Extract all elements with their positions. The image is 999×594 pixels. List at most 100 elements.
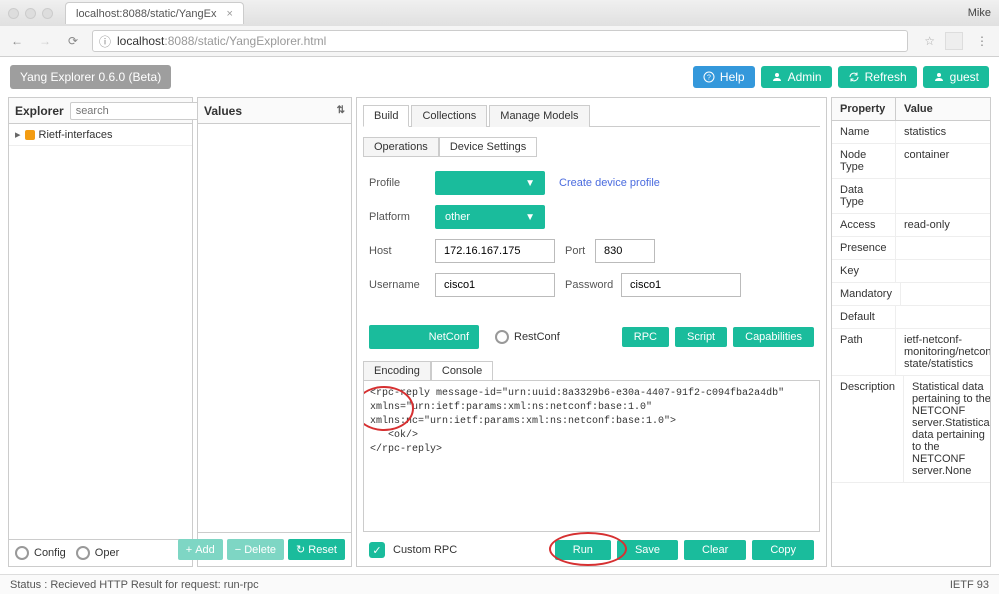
tab-title: localhost:8088/static/YangEx: [76, 8, 216, 20]
property-row: Default: [832, 306, 990, 329]
password-label: Password: [565, 279, 621, 291]
explorer-head: Explorer: [9, 98, 192, 124]
url-path: /static/YangExplorer.html: [194, 34, 326, 48]
svg-text:?: ?: [707, 75, 711, 82]
back-icon[interactable]: ←: [8, 32, 26, 50]
explorer-panel: Explorer ▸ Rietf-interfaces Config Oper: [8, 97, 193, 567]
add-button[interactable]: + Add: [178, 539, 223, 560]
properties-body: NamestatisticsNode TypecontainerData Typ…: [832, 121, 990, 566]
property-row: Data Type: [832, 179, 990, 214]
help-button[interactable]: ?Help: [693, 66, 755, 88]
col-property: Property: [832, 98, 896, 121]
tab-encoding[interactable]: Encoding: [363, 361, 431, 381]
subtab-operations[interactable]: Operations: [363, 137, 439, 157]
port-input[interactable]: [595, 239, 655, 263]
extension-icon[interactable]: [945, 32, 963, 50]
username-input[interactable]: [435, 273, 555, 297]
reload-icon[interactable]: ⟳: [64, 32, 82, 50]
rpc-button[interactable]: RPC: [622, 327, 669, 347]
tab-console[interactable]: Console: [431, 361, 493, 381]
browser-tab[interactable]: localhost:8088/static/YangEx ×: [65, 2, 244, 24]
refresh-button[interactable]: Refresh: [838, 66, 917, 88]
bottom-row: ✓ Custom RPC Run Save Clear Copy: [363, 540, 820, 560]
script-button[interactable]: Script: [675, 327, 727, 347]
config-radio[interactable]: Config: [15, 546, 66, 560]
device-form: Profile ▼ Create device profile Platform…: [363, 171, 820, 307]
app-header: Yang Explorer 0.6.0 (Beta) ?Help Admin R…: [0, 57, 999, 97]
url-input[interactable]: ⓘ localhost:8088/static/YangExplorer.htm…: [92, 30, 908, 52]
values-head: Values ⇅: [198, 98, 351, 124]
prop-name: Description: [832, 376, 904, 482]
url-port: :8088: [164, 34, 194, 48]
chevron-down-icon: ▼: [525, 212, 535, 223]
delete-button[interactable]: − Delete: [227, 539, 284, 560]
restconf-radio[interactable]: RestConf: [495, 330, 560, 344]
profile-select[interactable]: ▼: [435, 171, 545, 195]
col-value: Value: [896, 98, 990, 121]
platform-select[interactable]: other▼: [435, 205, 545, 229]
username-label: Username: [369, 279, 435, 291]
app-title: Yang Explorer 0.6.0 (Beta): [10, 65, 171, 89]
explorer-footer: Config Oper: [9, 539, 192, 566]
clear-button[interactable]: Clear: [684, 540, 746, 560]
property-row: Namestatistics: [832, 121, 990, 144]
main-tabs: Build Collections Manage Models: [363, 104, 820, 127]
prop-name: Name: [832, 121, 896, 143]
chevron-down-icon: ▼: [525, 178, 535, 189]
capabilities-button[interactable]: Capabilities: [733, 327, 814, 347]
prop-name: Mandatory: [832, 283, 901, 305]
prop-name: Key: [832, 260, 896, 282]
traffic-lights: [8, 8, 53, 19]
property-row: Accessread-only: [832, 214, 990, 237]
sort-icon[interactable]: ⇅: [337, 105, 345, 116]
create-profile-link[interactable]: Create device profile: [559, 177, 660, 189]
copy-button[interactable]: Copy: [752, 540, 814, 560]
info-icon[interactable]: ⓘ: [99, 33, 111, 50]
url-host: localhost: [117, 34, 164, 48]
guest-button[interactable]: guest: [923, 66, 989, 88]
custom-rpc-checkbox[interactable]: ✓: [369, 542, 385, 558]
tab-build[interactable]: Build: [363, 105, 409, 127]
main: Explorer ▸ Rietf-interfaces Config Oper …: [0, 97, 999, 567]
explorer-title: Explorer: [15, 104, 64, 118]
run-button[interactable]: Run: [555, 540, 611, 560]
status-bar: Status : Recieved HTTP Result for reques…: [0, 574, 999, 594]
close-icon[interactable]: ×: [226, 8, 232, 20]
profile-name[interactable]: Mike: [968, 7, 991, 19]
prop-name: Presence: [832, 237, 896, 259]
prop-value: [896, 306, 990, 328]
chevron-right-icon: ▸: [15, 128, 21, 141]
module-icon: [25, 130, 35, 140]
menu-icon[interactable]: ⋮: [973, 32, 991, 50]
subtab-device-settings[interactable]: Device Settings: [439, 137, 537, 157]
status-text: Status : Recieved HTTP Result for reques…: [10, 579, 259, 591]
oper-radio[interactable]: Oper: [76, 546, 119, 560]
browser-chrome: localhost:8088/static/YangEx × Mike ← → …: [0, 0, 999, 57]
password-input[interactable]: [621, 273, 741, 297]
tab-collections[interactable]: Collections: [411, 105, 487, 127]
host-input[interactable]: [435, 239, 555, 263]
prop-value: read-only: [896, 214, 990, 236]
center-panel: Build Collections Manage Models Operatio…: [356, 97, 827, 567]
reset-button[interactable]: ↻ Reset: [288, 539, 345, 560]
platform-label: Platform: [369, 211, 435, 223]
values-footer: + Add − Delete ↻ Reset: [198, 532, 351, 566]
property-row: Key: [832, 260, 990, 283]
netconf-radio[interactable]: NetConf: [369, 325, 479, 349]
host-label: Host: [369, 245, 435, 257]
admin-button[interactable]: Admin: [761, 66, 832, 88]
custom-rpc-label: Custom RPC: [393, 544, 457, 556]
port-label: Port: [565, 245, 595, 257]
property-row: Node Typecontainer: [832, 144, 990, 179]
prop-value: [896, 260, 990, 282]
tree-item-ietf-interfaces[interactable]: ▸ Rietf-interfaces: [9, 124, 192, 146]
prop-value: [896, 179, 990, 213]
profile-label: Profile: [369, 177, 435, 189]
console-output[interactable]: <rpc-reply message-id="urn:uuid:8a3329b6…: [363, 380, 820, 532]
tab-manage-models[interactable]: Manage Models: [489, 105, 589, 127]
tree-item-label: Rietf-interfaces: [39, 129, 113, 141]
prop-name: Access: [832, 214, 896, 236]
bookmark-icon[interactable]: ☆: [924, 34, 935, 48]
save-button[interactable]: Save: [617, 540, 678, 560]
sub-tabs: Operations Device Settings: [363, 137, 820, 157]
